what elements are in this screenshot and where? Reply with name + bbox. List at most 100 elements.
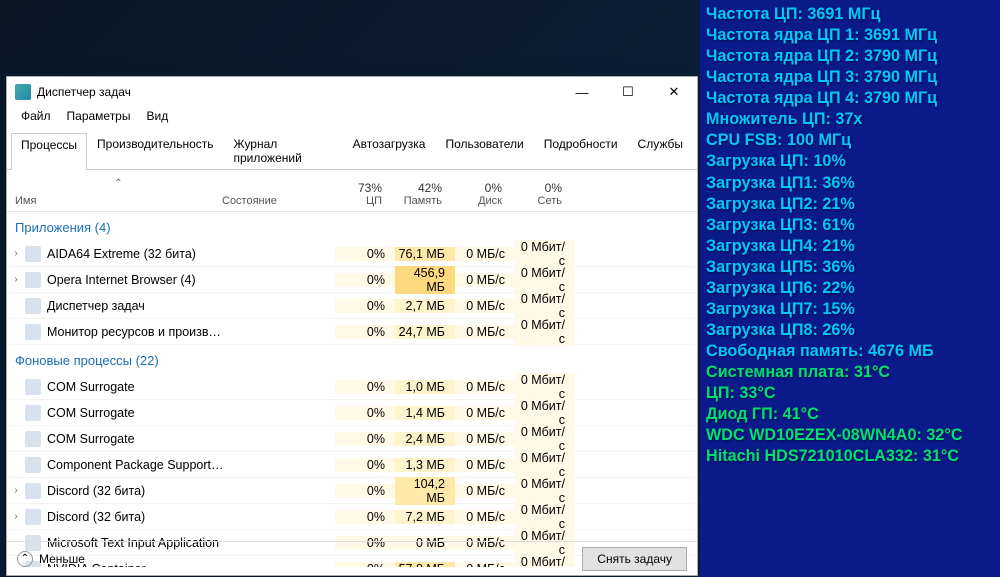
process-name: Discord (32 бита) (47, 510, 225, 524)
menu-item[interactable]: Файл (13, 107, 59, 125)
disk-value: 0 МБ/с (455, 247, 515, 261)
maximize-button[interactable]: ☐ (605, 77, 651, 107)
disk-value: 0 МБ/с (455, 380, 515, 394)
process-name: Монитор ресурсов и произво... (47, 325, 225, 339)
osd-sensor-line: Загрузка ЦП2: 21% (706, 194, 994, 215)
disk-value: 0 МБ/с (455, 325, 515, 339)
disk-value: 0 МБ/с (455, 484, 515, 498)
osd-sensor-line: Загрузка ЦП8: 26% (706, 320, 994, 341)
process-name: COM Surrogate (47, 406, 225, 420)
network-value: 0 Мбит/с (515, 373, 575, 401)
tab[interactable]: Автозагрузка (343, 132, 436, 169)
process-row[interactable]: Диспетчер задач0%2,7 МБ0 МБ/с0 Мбит/с (7, 293, 697, 319)
osd-sensor-line: Частота ядра ЦП 1: 3691 МГц (706, 25, 994, 46)
memory-value: 104,2 МБ (395, 477, 455, 505)
process-name: Opera Internet Browser (4) (47, 273, 225, 287)
collapse-icon[interactable]: ⌃ (17, 551, 33, 567)
process-icon (25, 379, 41, 395)
tab[interactable]: Процессы (11, 133, 87, 170)
network-value: 0 Мбит/с (515, 292, 575, 320)
menu-item[interactable]: Вид (138, 107, 176, 125)
tab[interactable]: Подробности (534, 132, 628, 169)
network-value: 0 Мбит/с (515, 266, 575, 294)
column-state[interactable]: Состояние (222, 195, 332, 207)
tab[interactable]: Службы (628, 132, 693, 169)
process-icon (25, 457, 41, 473)
metric-column-header[interactable]: 0%Диск (452, 181, 512, 207)
osd-sensor-line: Частота ядра ЦП 2: 3790 МГц (706, 46, 994, 67)
osd-sensor-line: Загрузка ЦП1: 36% (706, 173, 994, 194)
process-row[interactable]: COM Surrogate 0%1,0 МБ0 МБ/с0 Мбит/с (7, 374, 697, 400)
memory-value: 456,9 МБ (395, 266, 455, 294)
tab[interactable]: Журнал приложений (224, 132, 343, 169)
osd-sensor-line: Hitachi HDS721010CLA332: 31°C (706, 446, 994, 467)
process-name: Диспетчер задач (47, 299, 225, 313)
cpu-value: 0% (335, 458, 395, 472)
column-name[interactable]: Имя (15, 195, 222, 207)
disk-value: 0 МБ/с (455, 273, 515, 287)
process-row[interactable]: COM Surrogate0%2,4 МБ0 МБ/с0 Мбит/с (7, 426, 697, 452)
process-icon (25, 483, 41, 499)
osd-sensor-line: Загрузка ЦП5: 36% (706, 257, 994, 278)
close-button[interactable]: ✕ (651, 77, 697, 107)
metric-column-header[interactable]: 42%Память (392, 181, 452, 207)
process-name: Component Package Support S... (47, 458, 225, 472)
process-row[interactable]: COM Surrogate0%1,4 МБ0 МБ/с0 Мбит/с (7, 400, 697, 426)
process-row[interactable]: ›AIDA64 Extreme (32 бита)0%76,1 МБ0 МБ/с… (7, 241, 697, 267)
expand-icon[interactable]: › (7, 511, 25, 522)
process-icon (25, 246, 41, 262)
process-row[interactable]: ›Discord (32 бита)0%7,2 МБ0 МБ/с0 Мбит/с (7, 504, 697, 530)
window-controls: — ☐ ✕ (559, 77, 697, 107)
process-name: COM Surrogate (47, 432, 225, 446)
menu-item[interactable]: Параметры (59, 107, 139, 125)
disk-value: 0 МБ/с (455, 510, 515, 524)
end-task-button[interactable]: Снять задачу (582, 547, 687, 571)
cpu-value: 0% (335, 299, 395, 313)
process-group-header[interactable]: Приложения (4) (7, 212, 697, 241)
process-row[interactable]: ›Opera Internet Browser (4)0%456,9 МБ0 М… (7, 267, 697, 293)
tabs: ПроцессыПроизводительностьЖурнал приложе… (7, 129, 697, 170)
disk-value: 0 МБ/с (455, 299, 515, 313)
disk-value: 0 МБ/с (455, 406, 515, 420)
process-row[interactable]: Component Package Support S... 0%1,3 МБ0 … (7, 452, 697, 478)
sort-indicator[interactable]: ⌃ (15, 178, 222, 189)
process-group-header[interactable]: Фоновые процессы (22) (7, 345, 697, 374)
cpu-value: 0% (335, 325, 395, 339)
fewer-details[interactable]: Меньше (39, 552, 85, 566)
task-manager-window[interactable]: Диспетчер задач — ☐ ✕ ФайлПараметрыВид П… (6, 76, 698, 576)
osd-sensor-line: Частота ядра ЦП 3: 3790 МГц (706, 67, 994, 88)
memory-value: 1,0 МБ (395, 380, 455, 394)
osd-sensor-line: WDC WD10EZEX-08WN4A0: 32°C (706, 425, 994, 446)
memory-value: 24,7 МБ (395, 325, 455, 339)
process-row[interactable]: Монитор ресурсов и произво... 0%24,7 МБ0 … (7, 319, 697, 345)
osd-sensor-line: Системная плата: 31°C (706, 362, 994, 383)
cpu-value: 0% (335, 380, 395, 394)
tab[interactable]: Пользователи (435, 132, 533, 169)
process-name: AIDA64 Extreme (32 бита) (47, 247, 225, 261)
expand-icon[interactable]: › (7, 248, 25, 259)
cpu-value: 0% (335, 510, 395, 524)
process-name: COM Surrogate (47, 380, 225, 394)
titlebar[interactable]: Диспетчер задач — ☐ ✕ (7, 77, 697, 107)
osd-sensor-line: CPU FSB: 100 МГц (706, 130, 994, 151)
process-icon (25, 298, 41, 314)
process-icon (25, 324, 41, 340)
process-row[interactable]: ›Discord (32 бита)0%104,2 МБ0 МБ/с0 Мбит… (7, 478, 697, 504)
osd-sensor-line: Частота ЦП: 3691 МГц (706, 4, 994, 25)
metric-column-header[interactable]: 73%ЦП (332, 181, 392, 207)
osd-sensor-line: Диод ГП: 41°C (706, 404, 994, 425)
disk-value: 0 МБ/с (455, 458, 515, 472)
expand-icon[interactable]: › (7, 485, 25, 496)
expand-icon[interactable]: › (7, 274, 25, 285)
metric-column-header[interactable]: 0%Сеть (512, 181, 572, 207)
memory-value: 1,4 МБ (395, 406, 455, 420)
memory-value: 2,4 МБ (395, 432, 455, 446)
network-value: 0 Мбит/с (515, 425, 575, 453)
tab[interactable]: Производительность (87, 132, 223, 169)
memory-value: 1,3 МБ (395, 458, 455, 472)
network-value: 0 Мбит/с (515, 240, 575, 268)
process-list[interactable]: Приложения (4) › AIDA64 Extreme (32 бита) 0… (7, 212, 697, 567)
osd-sensor-line: Загрузка ЦП7: 15% (706, 299, 994, 320)
minimize-button[interactable]: — (559, 77, 605, 107)
cpu-value: 0% (335, 432, 395, 446)
